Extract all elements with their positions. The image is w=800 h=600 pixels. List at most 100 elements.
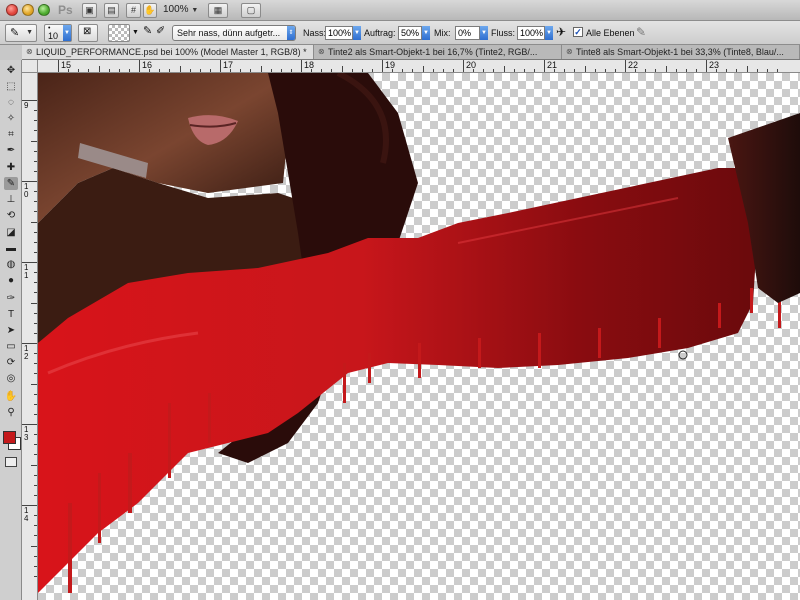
lasso-tool[interactable]: ◌ [4, 96, 18, 109]
tab-tinte8[interactable]: ⊗ Tinte8 als Smart-Objekt-1 bei 33,3% (T… [562, 45, 800, 59]
chevron-down-icon[interactable]: ▼ [353, 26, 361, 40]
ruler-minor-tick [341, 66, 343, 72]
blending-combination-select[interactable]: Sehr nass, dünn aufgetr... ⇕ [172, 25, 296, 41]
ruler-minor-tick [68, 69, 70, 72]
ruler-minor-tick [584, 66, 586, 72]
3d-orbit-tool[interactable]: ◎ [4, 372, 18, 385]
fluss-label: Fluss: [491, 28, 516, 38]
checkmark-icon: ✓ [574, 27, 582, 37]
auftrag-value: 50% [401, 28, 420, 38]
ruler-minor-tick [34, 444, 37, 446]
alle-ebenen-checkbox[interactable]: ✓ [573, 27, 583, 37]
photoshop-logo: Ps [58, 3, 73, 17]
ruler-major-tick [58, 60, 59, 72]
brush-preset-picker[interactable]: • 10 ▼ [44, 24, 72, 42]
ruler-minor-tick [88, 69, 90, 72]
ruler-minor-tick [311, 69, 313, 72]
ruler-minor-tick [270, 69, 272, 72]
ruler-minor-tick [574, 69, 576, 72]
chevron-down-icon[interactable]: ▼ [545, 26, 553, 40]
crop-tool[interactable]: ⌗ [4, 128, 18, 141]
chevron-down-icon[interactable]: ▼ [132, 29, 139, 36]
screen-mode-button[interactable]: ▢ [241, 3, 261, 18]
quick-mask-button[interactable] [5, 457, 17, 467]
current-brush-load-swatch[interactable] [108, 24, 130, 42]
close-icon[interactable]: ⊗ [26, 45, 33, 59]
type-tool[interactable]: T [4, 308, 18, 321]
tab-tinte2[interactable]: ⊗ Tinte2 als Smart-Objekt-1 bei 16,7% (T… [314, 45, 562, 59]
ruler-minor-tick [34, 312, 37, 314]
clone-stamp-tool[interactable]: ⊥ [4, 193, 18, 206]
nass-field[interactable]: 100% [325, 26, 353, 40]
ruler-minor-tick [34, 322, 37, 324]
ruler-minor-tick [746, 66, 748, 72]
eraser-tool[interactable]: ◪ [4, 226, 18, 239]
ruler-origin[interactable] [22, 60, 38, 73]
hand-icon: ✋ [4, 391, 18, 402]
hand-tool[interactable]: ✋ [4, 390, 18, 403]
mini-bridge-button[interactable]: ▤ [104, 3, 119, 18]
tab-liquid-performance[interactable]: ⊗ LIQUID_PERFORMANCE.psd bei 100% (Model… [22, 45, 314, 59]
close-icon[interactable]: ⊗ [318, 45, 325, 59]
ruler-minor-tick [776, 69, 778, 72]
healing-brush-tool[interactable]: ✚ [4, 161, 18, 174]
tool-preset-picker[interactable]: ✎ ▼ [5, 24, 37, 42]
gradient-tool[interactable]: ▬ [4, 242, 18, 255]
pressure-icon[interactable]: ✎ [636, 25, 646, 39]
brush-panel-button[interactable]: ⊠ [78, 24, 98, 42]
ruler-minor-tick [34, 110, 37, 112]
shape-tool[interactable]: ▭ [4, 340, 18, 353]
auftrag-label: Auftrag: [364, 28, 396, 38]
mix-field[interactable]: 0% [455, 26, 480, 40]
horizontal-ruler[interactable]: 15 16 17 18 19 20 21 22 23 [38, 60, 800, 73]
hand-icon: ✋ [144, 5, 156, 15]
zoom-level-select[interactable]: 100% ▼ [163, 4, 198, 15]
arrange-documents-button[interactable]: ▦ [208, 3, 228, 18]
pen-tool[interactable]: ✑ [4, 292, 18, 305]
load-brush-button[interactable]: ✎ [143, 24, 155, 42]
grid-view-button[interactable]: # [126, 3, 141, 18]
move-tool[interactable]: ✥ [4, 64, 18, 77]
quick-selection-tool[interactable]: ✧ [4, 112, 18, 125]
mixer-brush-tool[interactable]: ✎ [4, 177, 18, 190]
clean-brush-button[interactable]: ✐ [156, 24, 170, 42]
pen-icon: ✑ [6, 293, 16, 304]
ruler-minor-tick [503, 66, 505, 72]
minimize-window-button[interactable] [22, 4, 34, 16]
mix-label: Mix: [434, 28, 451, 38]
blur-tool[interactable]: ◍ [4, 258, 18, 271]
airbrush-icon[interactable]: ✈ [556, 25, 566, 39]
close-icon[interactable]: ⊗ [566, 45, 573, 59]
auftrag-field[interactable]: 50% [398, 26, 422, 40]
vertical-ruler[interactable]: 9 10 11 12 13 14 [22, 73, 38, 600]
ruler-minor-tick [34, 403, 37, 405]
ruler-minor-tick [523, 69, 525, 72]
zoom-window-button[interactable] [38, 4, 50, 16]
bridge-button[interactable]: ▣ [82, 3, 97, 18]
hand-tool-button[interactable]: ✋ [143, 3, 157, 18]
3d-rotate-tool[interactable]: ⟳ [4, 356, 18, 369]
ruler-minor-tick [34, 251, 37, 253]
chevron-down-icon[interactable]: ▼ [422, 26, 430, 40]
history-brush-tool[interactable]: ⟲ [4, 209, 18, 222]
move-icon: ✥ [6, 65, 16, 76]
alle-ebenen-label: Alle Ebenen [586, 28, 635, 38]
chevron-down-icon[interactable]: ▼ [480, 26, 488, 40]
close-window-button[interactable] [6, 4, 18, 16]
ruler-minor-tick [260, 66, 262, 72]
zoom-tool[interactable]: ⚲ [4, 406, 18, 419]
path-selection-tool[interactable]: ➤ [4, 324, 18, 337]
eyedropper-tool[interactable]: ✒ [4, 144, 18, 157]
ruler-minor-tick [98, 66, 100, 72]
ruler-minor-tick [34, 292, 37, 294]
crop-icon: ⌗ [8, 129, 14, 140]
ruler-minor-tick [169, 69, 171, 72]
ruler-minor-tick [665, 66, 667, 72]
foreground-color-swatch[interactable] [3, 431, 16, 444]
ruler-label: 14 [24, 506, 29, 523]
document-canvas[interactable] [38, 73, 800, 600]
marquee-tool[interactable]: ⬚ [4, 80, 18, 93]
blur-icon: ◍ [6, 259, 16, 270]
dodge-tool[interactable]: ● [4, 274, 18, 287]
fluss-field[interactable]: 100% [517, 26, 545, 40]
